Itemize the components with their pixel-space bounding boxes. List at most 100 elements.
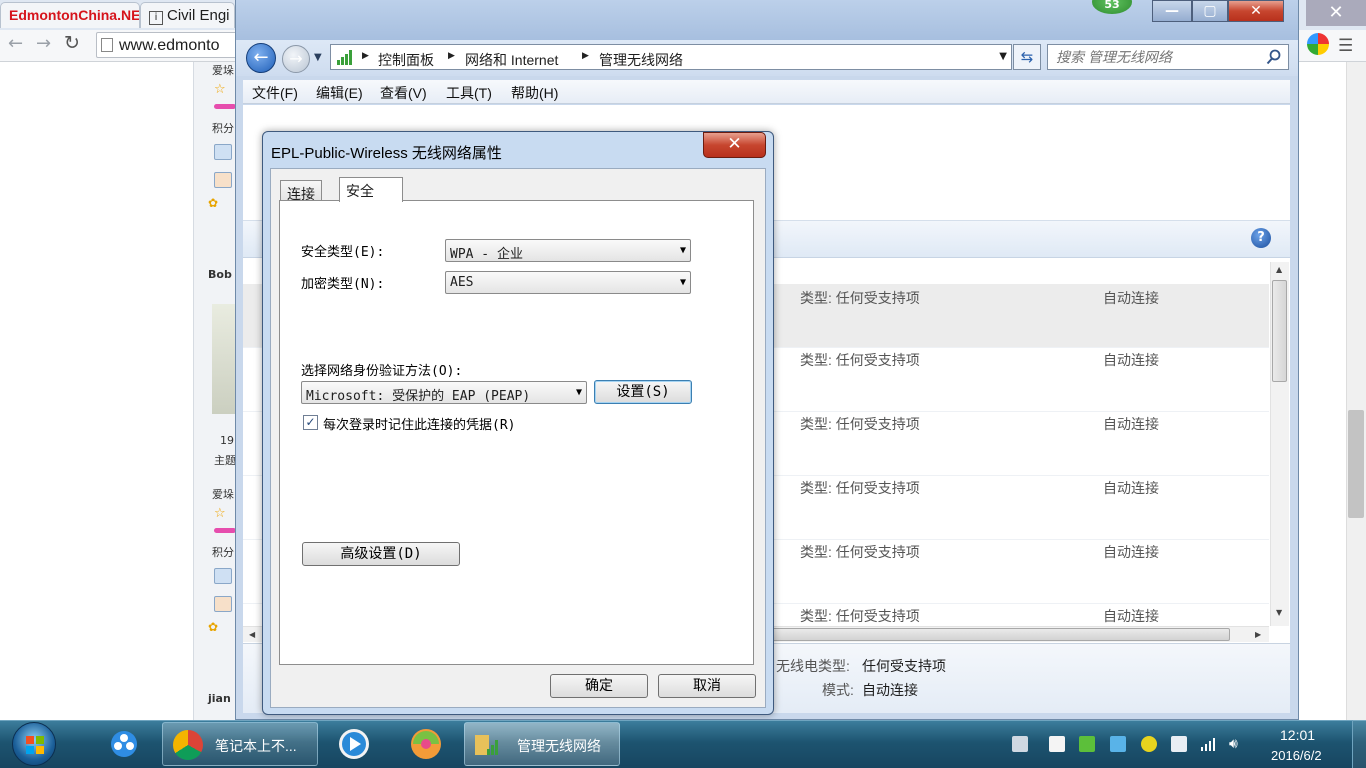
- forum-text: 爱垛: [212, 64, 234, 77]
- back-button[interactable]: ←: [246, 43, 276, 73]
- list-hscroll-thumb[interactable]: [760, 628, 1230, 641]
- reload-icon[interactable]: ↻: [64, 32, 80, 54]
- address-dropdown-icon[interactable]: ▼: [999, 51, 1007, 62]
- forward-button[interactable]: →: [282, 45, 310, 73]
- windows-logo-icon: [26, 736, 44, 754]
- menu-help[interactable]: 帮助(H): [511, 83, 558, 103]
- taskbar-chrome[interactable]: 笔记本上不...: [162, 722, 318, 766]
- auth-method-label: 选择网络身份验证方法(O):: [301, 364, 463, 379]
- explorer-caption: 53: [236, 0, 1298, 40]
- page-scrollbar-thumb[interactable]: [1348, 410, 1364, 518]
- keyboard-icon[interactable]: [1012, 736, 1028, 752]
- search-input[interactable]: [1048, 45, 1263, 69]
- recent-pages-icon[interactable]: ▼: [314, 52, 326, 64]
- qq-icon[interactable]: [214, 568, 232, 584]
- cloud-app-icon[interactable]: [98, 724, 150, 764]
- avatar[interactable]: [212, 304, 236, 414]
- menu-view[interactable]: 查看(V): [380, 83, 427, 103]
- media-player-icon[interactable]: [328, 724, 380, 764]
- clock-time[interactable]: 12:01: [1280, 727, 1315, 743]
- breadcrumb-separator-icon[interactable]: ▶: [448, 51, 455, 61]
- security-type-select[interactable]: WPA - 企业 ▼: [445, 239, 691, 262]
- menu-file[interactable]: 文件(F): [252, 83, 298, 103]
- taskbar-explorer[interactable]: 管理无线网络: [464, 722, 620, 766]
- remember-credentials-label[interactable]: 每次登录时记住此连接的凭据(R): [323, 414, 515, 433]
- settings-button[interactable]: 设置(S): [594, 380, 692, 404]
- network-type: 类型: 任何受支持项: [800, 290, 920, 306]
- colorful-app-icon[interactable]: [400, 724, 452, 764]
- browser-tab[interactable]: i Civil Engi: [140, 2, 235, 28]
- browser-tab-label: Civil Engi: [167, 7, 230, 24]
- back-arrow-icon[interactable]: ←: [8, 33, 23, 54]
- forum-text: 主题: [214, 454, 236, 467]
- extension-icon[interactable]: [1307, 33, 1329, 55]
- window-controls: — ▢ ✕: [1152, 0, 1292, 22]
- mode-label: 模式:: [822, 682, 854, 698]
- search-icon[interactable]: [1266, 49, 1282, 65]
- start-button[interactable]: [12, 722, 56, 766]
- breadcrumb-control-panel[interactable]: 控制面板: [378, 50, 434, 70]
- forum-text: 19: [220, 434, 234, 447]
- auth-method-value: Microsoft: 受保护的 EAP (PEAP): [306, 389, 531, 404]
- friends-icon[interactable]: [214, 596, 232, 612]
- ok-button[interactable]: 确定: [550, 674, 648, 698]
- friends-icon[interactable]: [214, 172, 232, 188]
- auth-method-select[interactable]: Microsoft: 受保护的 EAP (PEAP) ▼: [301, 381, 587, 404]
- browser-tab[interactable]: EdmontonChina.NET: [0, 2, 140, 28]
- network-mode: 自动连接: [1103, 608, 1159, 624]
- search-box[interactable]: [1047, 44, 1289, 70]
- show-desktop-button[interactable]: [1352, 720, 1366, 768]
- breadcrumb-network-internet[interactable]: 网络和 Internet: [465, 50, 558, 70]
- network-mode: 自动连接: [1103, 416, 1159, 432]
- clock-date[interactable]: 2016/6/2: [1271, 748, 1322, 763]
- cancel-button[interactable]: 取消: [658, 674, 756, 698]
- tab-security[interactable]: 安全: [339, 177, 403, 202]
- browser-address-bar[interactable]: www.edmonto: [96, 32, 246, 58]
- address-bar[interactable]: ▶ 控制面板 ▶ 网络和 Internet ▶ 管理无线网络 ▼: [330, 44, 1012, 70]
- page-icon: [101, 38, 113, 52]
- network-mode: 自动连接: [1103, 544, 1159, 560]
- network-app-icon[interactable]: [1110, 736, 1126, 752]
- volume-icon[interactable]: 🔊︎: [1229, 736, 1245, 752]
- minimize-button[interactable]: —: [1152, 0, 1192, 22]
- shield-icon[interactable]: [1079, 736, 1095, 752]
- scroll-left-icon[interactable]: ◀: [249, 630, 255, 639]
- dialog-close-button[interactable]: ✕: [703, 132, 766, 158]
- browser-close-button[interactable]: ✕: [1306, 0, 1366, 26]
- plus-icon[interactable]: [1141, 736, 1157, 752]
- security-type-value: WPA - 企业: [450, 247, 523, 262]
- forum-text: 爱垛: [212, 488, 234, 501]
- close-button[interactable]: ✕: [1228, 0, 1284, 22]
- menu-edit[interactable]: 编辑(E): [316, 83, 363, 103]
- notification-badge[interactable]: 53: [1092, 0, 1132, 14]
- list-scrollbar-thumb[interactable]: [1272, 280, 1287, 382]
- breadcrumb-separator-icon[interactable]: ▶: [362, 51, 369, 61]
- menu-icon[interactable]: ☰: [1338, 36, 1353, 56]
- scroll-down-icon[interactable]: ▼: [1276, 608, 1282, 617]
- scroll-up-icon[interactable]: ▲: [1276, 265, 1282, 274]
- page-scrollbar[interactable]: [1346, 62, 1366, 720]
- radio-type-label: 无线电类型:: [776, 658, 850, 674]
- forum-username[interactable]: Bob: [208, 268, 232, 281]
- remember-credentials-checkbox[interactable]: ✓: [303, 415, 318, 430]
- menu-tools[interactable]: 工具(T): [446, 83, 492, 103]
- help-icon[interactable]: ?: [1251, 228, 1271, 248]
- forward-arrow-icon[interactable]: →: [36, 33, 51, 54]
- forum-username[interactable]: jian: [208, 692, 231, 705]
- advanced-settings-button[interactable]: 高级设置(D): [302, 542, 460, 566]
- chrome-icon: [173, 730, 203, 760]
- dropdown-arrow-icon: ▼: [679, 277, 686, 288]
- qq-icon[interactable]: [214, 144, 232, 160]
- encryption-type-select[interactable]: AES ▼: [445, 271, 691, 294]
- breadcrumb-separator-icon[interactable]: ▶: [582, 51, 589, 61]
- maximize-button[interactable]: ▢: [1192, 0, 1228, 22]
- breadcrumb-manage-wireless[interactable]: 管理无线网络: [599, 50, 683, 70]
- forum-sidebar: 爱垛 ☆ 积分 ✿ Bob 19 主题 爱垛 ☆ 积分 ✿ jian: [193, 62, 236, 720]
- refresh-button[interactable]: ⇆: [1013, 44, 1041, 70]
- scroll-right-icon[interactable]: ▶: [1255, 630, 1261, 639]
- menu-bar: 文件(F) 编辑(E) 查看(V) 工具(T) 帮助(H): [243, 80, 1290, 104]
- device-icon[interactable]: [1171, 736, 1187, 752]
- dropbox-icon[interactable]: [1049, 736, 1065, 752]
- wifi-signal-icon[interactable]: [1200, 736, 1216, 752]
- taskbar-chrome-label: 笔记本上不...: [215, 738, 297, 754]
